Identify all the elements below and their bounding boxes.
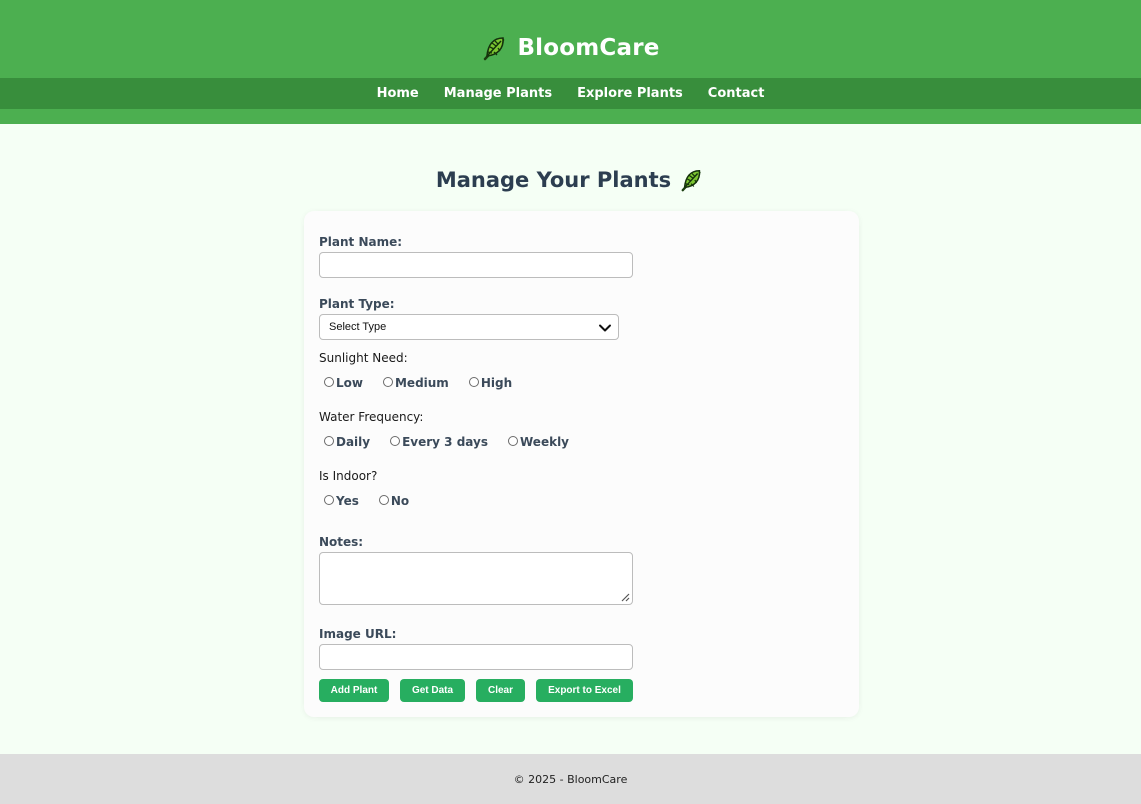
radio-button[interactable] (382, 377, 393, 387)
radio-button[interactable] (378, 495, 389, 505)
water-option-weekly[interactable]: Weekly (508, 435, 569, 449)
notes-label: Notes: (319, 535, 364, 549)
plant-name-input[interactable] (319, 252, 633, 278)
main-nav: Home Manage Plants Explore Plants Contac… (0, 78, 1141, 109)
nav-home-link[interactable]: Home (377, 86, 419, 101)
resize-grip-icon[interactable] (620, 592, 630, 602)
clear-button[interactable]: Clear (476, 679, 525, 702)
is-indoor-label: Is Indoor? (319, 469, 378, 483)
radio-label: Low (336, 376, 363, 390)
water-frequency-radio-group: Daily Every 3 days Weekly (324, 434, 589, 450)
site-footer: © 2025 - BloomCare (0, 754, 1141, 804)
brand-title: BloomCare (517, 35, 660, 61)
herb-leaf-icon (484, 37, 505, 61)
plant-form-card: Plant Name: Plant Type: Select Type Sunl… (304, 211, 859, 717)
water-option-daily[interactable]: Daily (324, 435, 370, 449)
image-url-label: Image URL: (319, 627, 397, 641)
radio-label: High (480, 376, 513, 390)
is-indoor-radio-group: Yes No (324, 493, 429, 509)
footer-text: © 2025 - BloomCare (513, 772, 628, 786)
radio-button[interactable] (324, 377, 334, 387)
radio-label: Yes (336, 494, 359, 508)
plant-type-selected-value: Select Type (329, 321, 387, 333)
radio-label: Weekly (520, 435, 570, 449)
radio-label: No (390, 494, 410, 508)
sunlight-radio-group: Low Medium High (324, 375, 532, 391)
radio-label: Every 3 days (402, 435, 488, 449)
add-plant-button[interactable]: Add Plant (319, 679, 389, 702)
indoor-option-yes[interactable]: Yes (324, 494, 359, 508)
radio-label: Daily (336, 435, 371, 449)
plant-type-select[interactable]: Select Type (319, 314, 619, 340)
radio-button[interactable] (390, 436, 401, 446)
export-to-excel-button[interactable]: Export to Excel (536, 679, 633, 702)
page-title: Manage Your Plants (0, 164, 1141, 196)
indoor-option-no[interactable]: No (378, 494, 410, 508)
radio-button[interactable] (324, 436, 334, 446)
sunlight-option-low[interactable]: Low (324, 376, 363, 390)
nav-manage-plants-link[interactable]: Manage Plants (444, 86, 552, 101)
brand: BloomCare (0, 31, 1141, 65)
sunlight-option-high[interactable]: High (468, 376, 513, 390)
radio-button[interactable] (508, 436, 518, 446)
get-data-button[interactable]: Get Data (400, 679, 465, 702)
radio-button[interactable] (324, 495, 334, 505)
radio-label: Medium (394, 376, 449, 390)
notes-textarea[interactable] (319, 552, 633, 605)
sunlight-option-medium[interactable]: Medium (382, 376, 449, 390)
page-title-text: Manage Your Plants (435, 168, 672, 192)
herb-leaf-icon (681, 169, 701, 192)
plant-name-label: Plant Name: (319, 235, 403, 249)
plant-type-label: Plant Type: (319, 297, 395, 311)
nav-explore-plants-link[interactable]: Explore Plants (577, 86, 683, 101)
image-url-input[interactable] (319, 644, 633, 670)
sunlight-label: Sunlight Need: (319, 351, 408, 365)
chevron-down-icon (599, 324, 611, 332)
nav-contact-link[interactable]: Contact (708, 86, 765, 101)
radio-button[interactable] (468, 377, 479, 387)
water-option-every-3-days[interactable]: Every 3 days (390, 435, 488, 449)
water-frequency-label: Water Frequency: (319, 410, 424, 424)
site-header: BloomCare Home Manage Plants Explore Pla… (0, 0, 1141, 124)
